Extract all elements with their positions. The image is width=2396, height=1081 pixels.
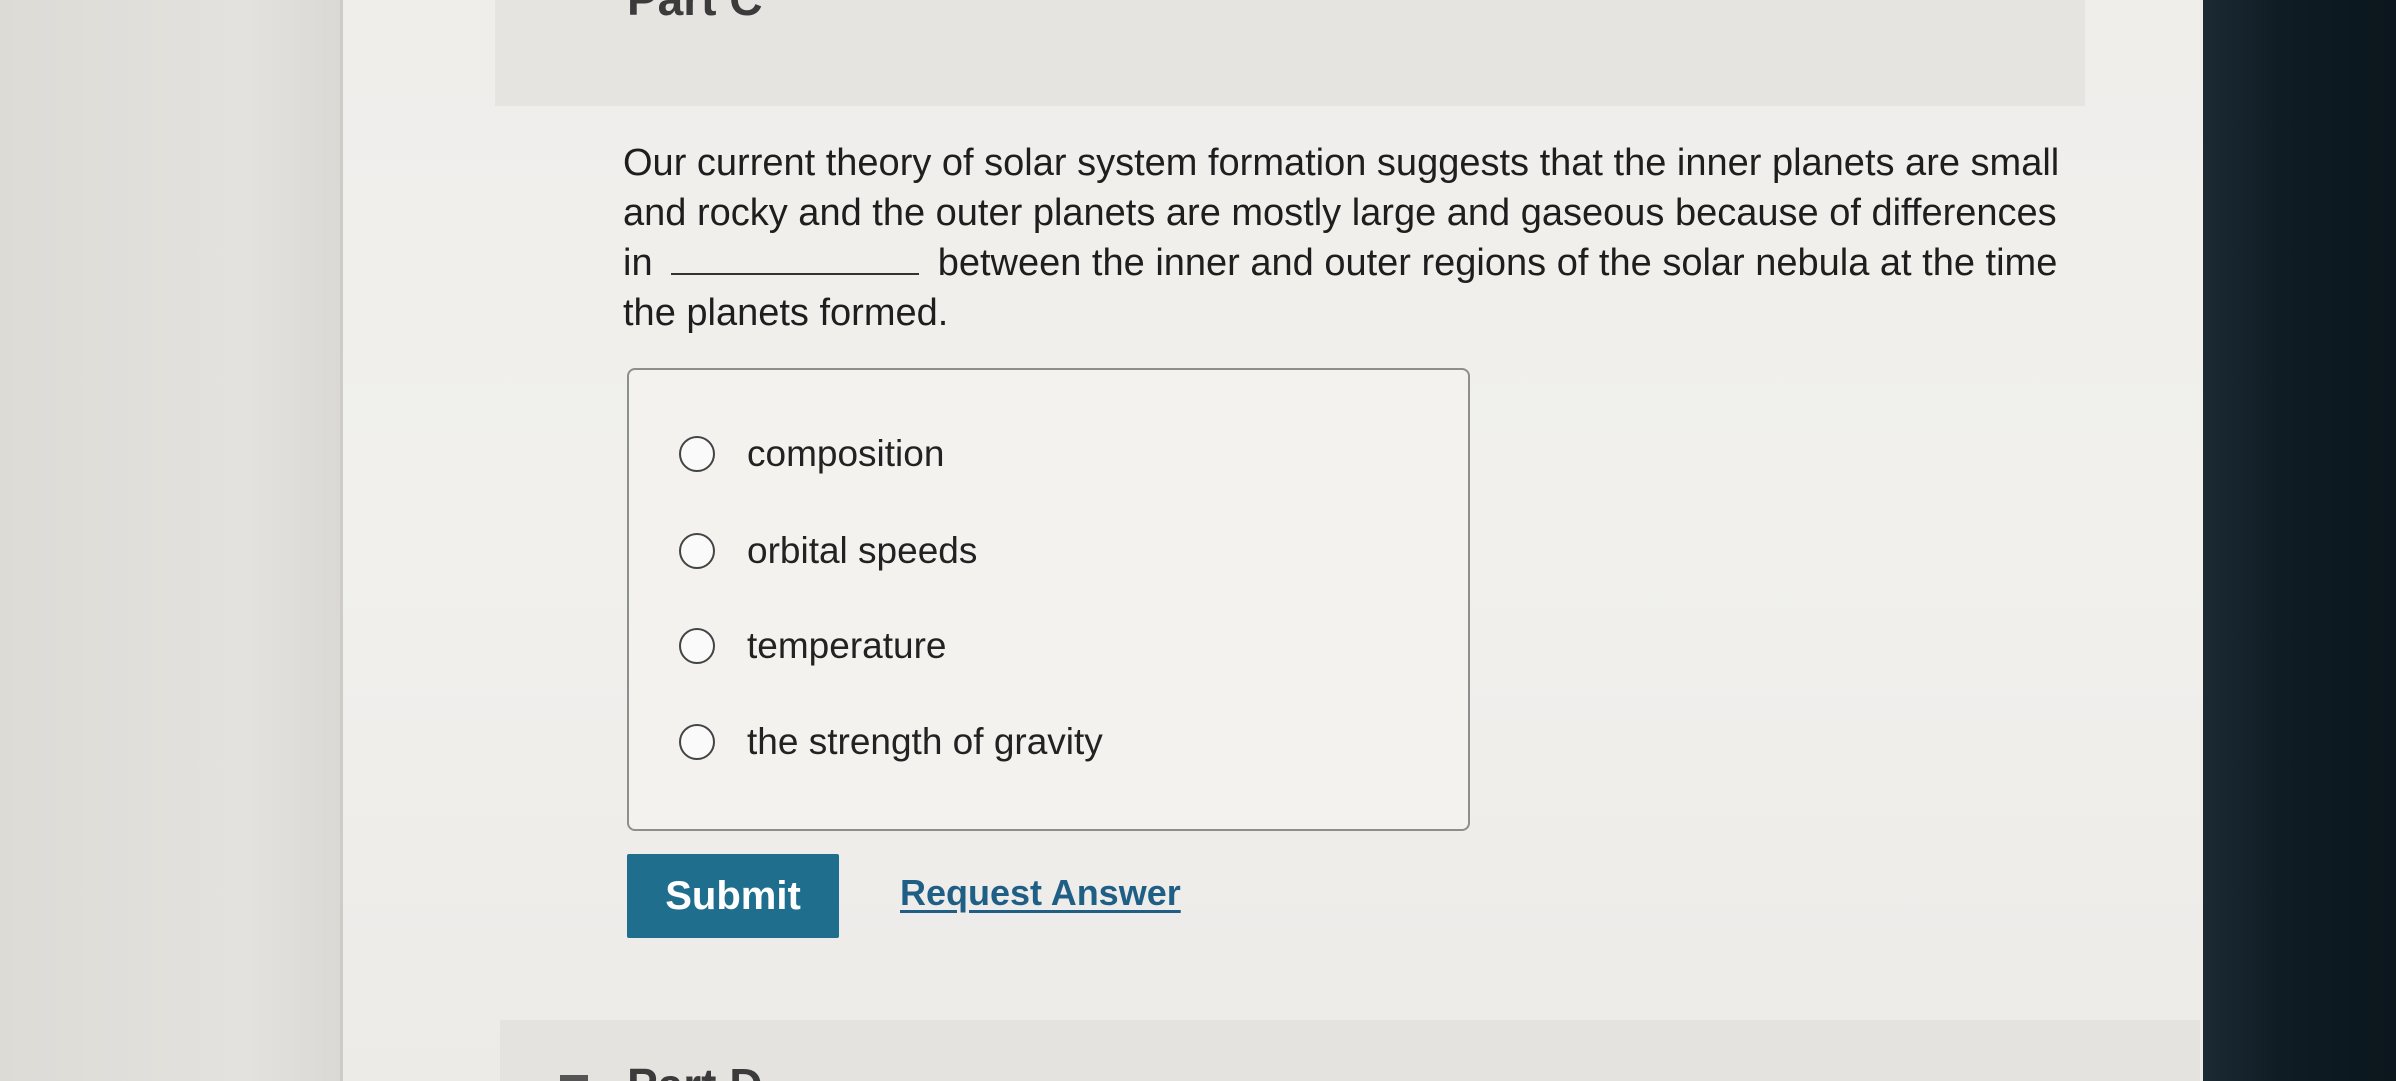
choice-temperature[interactable]: temperature bbox=[679, 616, 947, 676]
left-gutter bbox=[0, 0, 350, 1081]
answer-choices: composition orbital speeds temperature t… bbox=[627, 368, 1470, 831]
request-answer-link[interactable]: Request Answer bbox=[900, 872, 1181, 914]
radio-unchecked-icon[interactable] bbox=[679, 533, 715, 569]
radio-unchecked-icon[interactable] bbox=[679, 436, 715, 472]
submit-button[interactable]: Submit bbox=[627, 854, 839, 938]
choice-label: temperature bbox=[747, 625, 947, 666]
collapse-icon[interactable] bbox=[560, 1075, 588, 1081]
choice-orbital-speeds[interactable]: orbital speeds bbox=[679, 521, 977, 581]
radio-unchecked-icon[interactable] bbox=[679, 628, 715, 664]
answer-blank bbox=[671, 245, 920, 275]
choice-label: the strength of gravity bbox=[747, 721, 1103, 762]
next-part-title: Part D bbox=[627, 1058, 762, 1081]
radio-unchecked-icon[interactable] bbox=[679, 724, 715, 760]
choice-label: orbital speeds bbox=[747, 530, 978, 571]
choice-composition[interactable]: composition bbox=[679, 424, 944, 484]
question-text: Our current theory of solar system forma… bbox=[623, 138, 2063, 338]
choice-strength-of-gravity[interactable]: the strength of gravity bbox=[679, 712, 1103, 772]
choice-label: composition bbox=[747, 433, 945, 474]
right-edge-bezel bbox=[2203, 0, 2396, 1081]
part-title: Part C bbox=[627, 0, 762, 26]
